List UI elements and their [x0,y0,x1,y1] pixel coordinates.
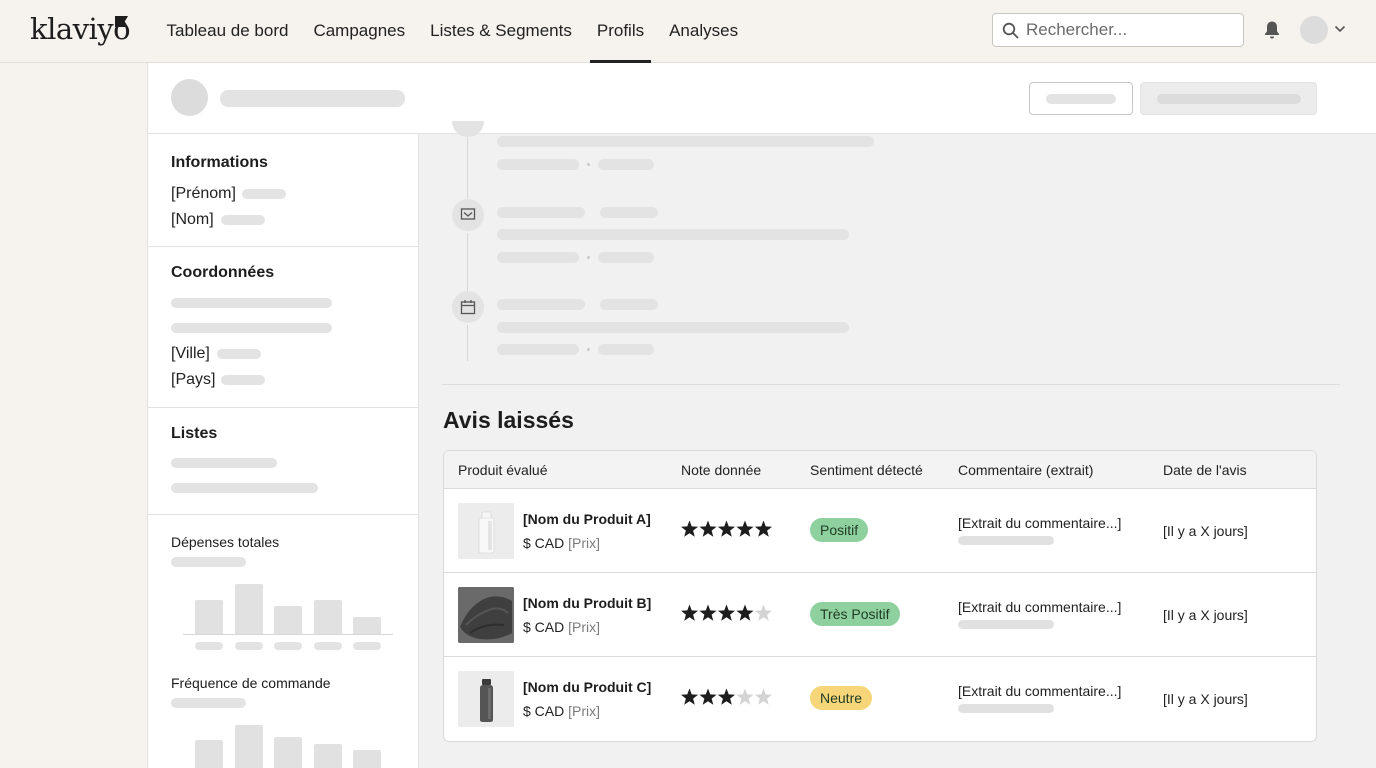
comment-placeholder [958,536,1054,545]
flask-image [458,671,514,727]
column-header-comment[interactable]: Commentaire (extrait) [958,462,1093,478]
profile-panel: Informations [Prénom] [Nom] Coordonnées … [147,63,1376,768]
star-empty-icon [736,688,754,705]
listes-section: Listes [148,408,419,515]
profile-avatar [171,79,208,116]
star-filled-icon [754,520,773,537]
comment-excerpt: [Extrait du commentaire...] [958,515,1122,531]
table-row[interactable]: [Nom du Produit B] $ CAD [Prix] Très Pos… [444,573,1316,657]
nav-item-dashboard[interactable]: Tableau de bord [154,0,301,63]
star-empty-icon [754,688,773,705]
last-name-field: [Nom] [171,211,214,228]
listes-title: Listes [171,425,218,442]
search-icon [1002,22,1019,39]
order-frequency-title: Fréquence de commande [171,675,331,691]
calendar-icon [452,291,484,323]
star-filled-icon [681,604,699,621]
rating-stars [681,520,773,537]
star-empty-icon [754,604,773,621]
reviews-table-header: Produit évalué Note donnée Sentiment dét… [444,451,1316,489]
product-name[interactable]: [Nom du Produit C] [523,679,651,695]
city-field: [Ville] [171,345,210,362]
sentiment-badge: Neutre [810,686,873,710]
main-nav: Tableau de bord Campagnes Listes & Segme… [154,0,751,63]
country-field: [Pays] [171,371,216,388]
rating-stars [681,688,773,705]
product-price: $ CAD [Prix] [523,535,601,551]
profile-name-placeholder [220,90,405,107]
coordonnees-section: Coordonnées [Ville] [Pays] [148,247,419,408]
comment-excerpt: [Extrait du commentaire...] [958,683,1122,699]
table-row[interactable]: [Nom du Produit C] $ CAD [Prix] Neutre [… [444,657,1316,741]
star-filled-icon [717,604,736,621]
product-name[interactable]: [Nom du Produit A] [523,511,651,527]
product-price: $ CAD [Prix] [523,703,601,719]
informations-section: Informations [Prénom] [Nom] [148,134,419,247]
comment-placeholder [958,704,1054,713]
star-filled-icon [681,520,699,537]
product-price: $ CAD [Prix] [523,619,601,635]
reviews-title: Avis laissés [443,407,574,433]
sentiment-badge: Très Positif [810,602,900,626]
sentiment-badge: Positif [810,518,869,542]
profile-header [148,63,1376,134]
nav-item-profiles[interactable]: Profils [584,0,656,63]
rating-stars [681,604,773,621]
comment-placeholder [958,620,1054,629]
total-spend-title: Dépenses totales [171,534,280,550]
secondary-action-button[interactable] [1029,82,1133,115]
first-name-field: [Prénom] [171,185,236,202]
user-avatar[interactable] [1300,16,1328,44]
table-row[interactable]: [Nom du Produit A] $ CAD [Prix] Positif … [444,489,1316,573]
bottle-image [458,503,514,559]
column-header-sentiment[interactable]: Sentiment détecté [810,462,923,478]
column-header-date[interactable]: Date de l'avis [1163,462,1247,478]
profile-sidebar: Informations [Prénom] [Nom] Coordonnées … [148,134,419,768]
message-icon [452,199,484,231]
search-input[interactable] [1026,16,1236,44]
star-filled-icon [699,520,717,537]
review-date: [Il y a X jours] [1163,691,1248,707]
fabric-image [458,587,514,643]
star-filled-icon [699,688,717,705]
star-filled-icon [717,520,736,537]
star-filled-icon [699,604,717,621]
star-filled-icon [736,604,754,621]
spending-section: Dépenses totales Fréquence de commande [148,515,419,768]
coordonnees-title: Coordonnées [171,264,275,281]
nav-item-analytics[interactable]: Analyses [657,0,751,63]
column-header-product[interactable]: Produit évalué [458,462,548,478]
primary-action-button[interactable] [1140,82,1317,115]
nav-item-campaigns[interactable]: Campagnes [301,0,418,63]
comment-excerpt: [Extrait du commentaire...] [958,599,1122,615]
review-date: [Il y a X jours] [1163,607,1248,623]
reviews-table: Produit évalué Note donnée Sentiment dét… [443,450,1317,742]
nav-item-lists-segments[interactable]: Listes & Segments [418,0,585,63]
informations-title: Informations [171,154,268,171]
search-box [992,13,1244,47]
star-filled-icon [717,688,736,705]
product-name[interactable]: [Nom du Produit B] [523,595,651,611]
star-filled-icon [736,520,754,537]
bell-icon[interactable] [1263,20,1281,40]
chevron-down-icon[interactable] [1334,24,1346,34]
section-divider [442,384,1340,385]
review-date: [Il y a X jours] [1163,523,1248,539]
star-filled-icon [681,688,699,705]
top-navigation: klaviyo Tableau de bord Campagnes Listes… [0,0,1376,63]
column-header-rating[interactable]: Note donnée [681,462,761,478]
